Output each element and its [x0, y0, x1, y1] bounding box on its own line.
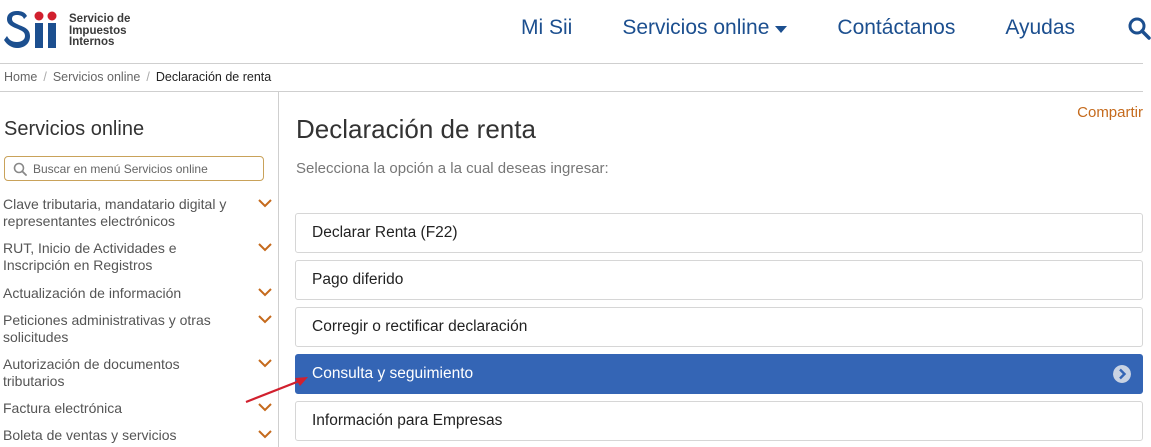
sidebar-title: Servicios online — [4, 118, 145, 140]
option-label: Corregir o rectificar declaración — [312, 318, 528, 335]
sidebar-item-label: Actualización de información — [3, 285, 182, 301]
sidebar-item-label: Factura electrónica — [3, 400, 123, 416]
logo-text-line: Internos — [69, 36, 115, 48]
option-declarar-renta[interactable]: Declarar Renta (F22) — [295, 213, 1143, 253]
breadcrumb-servicios-online[interactable]: Servicios online — [53, 70, 141, 84]
nav-label: Servicios online — [622, 16, 770, 39]
chevron-down-icon — [258, 288, 272, 297]
sidebar-item-peticiones[interactable]: Peticiones administrativas y otras solic… — [3, 312, 273, 346]
chevron-down-icon — [258, 243, 272, 252]
search-button[interactable] — [1127, 16, 1151, 40]
share-link[interactable]: Compartir — [1077, 104, 1143, 121]
sidebar-item-factura[interactable]: Factura electrónica — [3, 400, 273, 417]
sidebar-item-label: Autorización de documentos tributarios — [3, 356, 180, 389]
sidebar-item-label: Clave tributaria, mandatario digital y r… — [3, 196, 227, 229]
chevron-right-circle-icon — [1113, 365, 1131, 383]
search-icon — [13, 162, 27, 176]
nav-ayudas[interactable]: Ayudas — [1005, 16, 1075, 40]
search-icon — [1128, 17, 1151, 40]
sidebar-item-actualizacion[interactable]: Actualización de información — [3, 285, 273, 302]
sidebar-item-label: Peticiones administrativas y otras solic… — [3, 312, 211, 345]
site-header: Servicio de Impuestos Internos Mi Sii Se… — [0, 0, 1151, 62]
option-label: Pago diferido — [312, 271, 404, 288]
red-annotation-arrow-icon — [245, 377, 308, 404]
sii-logo-icon — [4, 11, 57, 48]
sidebar-item-autorizacion[interactable]: Autorización de documentos tributarios — [3, 356, 273, 390]
sidebar-item-label: Boleta de ventas y servicios — [3, 427, 177, 443]
sidebar-item-label: RUT, Inicio de Actividades e Inscripción… — [3, 240, 177, 273]
breadcrumb-separator: / — [43, 70, 47, 84]
option-corregir-declaracion[interactable]: Corregir o rectificar declaración — [295, 307, 1143, 347]
breadcrumb-separator: / — [146, 70, 150, 84]
nav-servicios-online[interactable]: Servicios online — [622, 16, 788, 40]
option-label: Declarar Renta (F22) — [312, 224, 458, 241]
breadcrumb: Home / Servicios online / Declaración de… — [4, 70, 271, 84]
header-divider — [0, 63, 1143, 64]
logo-text-line: Servicio de — [69, 13, 131, 25]
chevron-down-icon — [258, 199, 272, 208]
nav-contactanos[interactable]: Contáctanos — [837, 16, 955, 40]
sidebar-item-boleta[interactable]: Boleta de ventas y servicios — [3, 427, 273, 444]
option-pago-diferido[interactable]: Pago diferido — [295, 260, 1143, 300]
option-label: Información para Empresas — [312, 412, 503, 429]
main-nav: Mi Sii Servicios online Contáctanos Ayud… — [471, 14, 1151, 42]
nav-label: Contáctanos — [837, 16, 956, 39]
option-label: Consulta y seguimiento — [312, 365, 474, 382]
chevron-down-icon — [258, 430, 272, 439]
sidebar-item-clave-tributaria[interactable]: Clave tributaria, mandatario digital y r… — [3, 196, 273, 230]
page-subtitle: Selecciona la opción a la cual deseas in… — [296, 160, 609, 177]
sidebar: Servicios online Clave tributaria, manda… — [0, 92, 279, 447]
nav-mi-sii[interactable]: Mi Sii — [521, 16, 572, 40]
sidebar-item-rut[interactable]: RUT, Inicio de Actividades e Inscripción… — [3, 240, 273, 274]
option-consulta-seguimiento[interactable]: Consulta y seguimiento — [295, 354, 1143, 394]
sii-logo-text: Servicio de Impuestos Internos — [69, 13, 131, 49]
sii-logo-mark — [3, 6, 61, 52]
breadcrumb-home[interactable]: Home — [4, 70, 37, 84]
page-title: Declaración de renta — [296, 114, 536, 144]
nav-label: Ayudas — [1005, 16, 1075, 39]
breadcrumb-current: Declaración de renta — [155, 70, 272, 84]
sii-logo[interactable]: Servicio de Impuestos Internos — [3, 6, 130, 52]
chevron-down-icon — [258, 315, 272, 324]
caret-down-icon — [775, 25, 788, 33]
nav-label: Mi Sii — [520, 16, 573, 39]
sidebar-search-box[interactable] — [4, 156, 264, 181]
option-informacion-empresas[interactable]: Información para Empresas — [295, 401, 1143, 441]
sidebar-search-input[interactable] — [33, 161, 253, 176]
